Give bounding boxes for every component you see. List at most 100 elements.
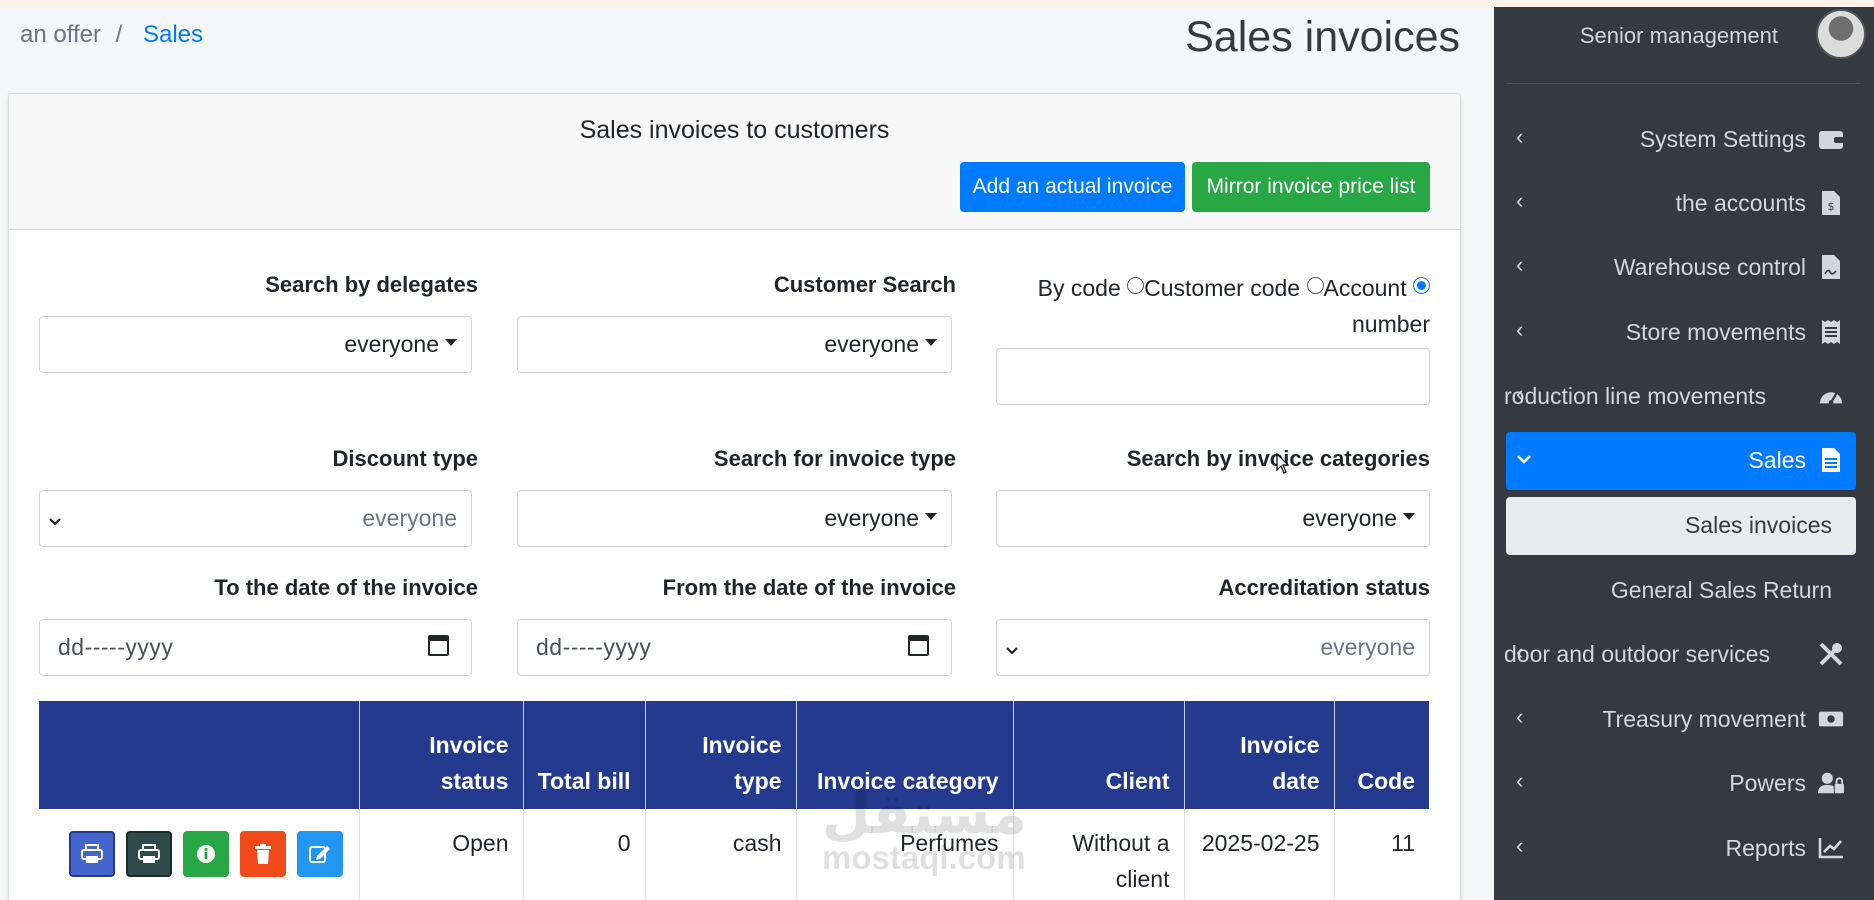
add-invoice-button[interactable]: Add an actual invoice [960, 162, 1185, 212]
status-column-header[interactable]: Invoice status [359, 701, 524, 809]
delegates-select[interactable]: everyone [39, 316, 472, 373]
top-strip [0, 0, 1874, 7]
to-date-input[interactable]: dd-----yyyy [39, 619, 472, 676]
caret-down-icon [925, 513, 937, 521]
account-number-radio[interactable] [1413, 277, 1430, 294]
code-input[interactable] [996, 348, 1430, 405]
sidebar-item-powers[interactable]: ‹ Powers [1506, 755, 1856, 813]
cell-date: 2025-02-25 [1184, 809, 1335, 900]
invoice-categories-value: everyone [1302, 505, 1397, 531]
breadcrumb: an offer / Sales [20, 21, 203, 49]
sidebar-item-warehouse-control[interactable]: ‹ Warehouse control [1506, 239, 1856, 297]
from-date-input[interactable]: dd-----yyyy [517, 619, 952, 676]
chevron-left-icon: ‹ [1516, 833, 1524, 858]
chevron-down-icon [1516, 445, 1532, 471]
sidebar-item-production-line[interactable]: ‹ roduction line movements [1504, 368, 1856, 426]
from-date-placeholder: dd-----yyyy [536, 634, 652, 660]
sidebar-item-label: System Settings [1639, 126, 1806, 152]
customer-code-radio[interactable] [1127, 277, 1145, 294]
print-button[interactable] [69, 831, 115, 877]
sidebar-item-system-settings[interactable]: ‹ System Settings [1506, 111, 1856, 169]
total-column-header[interactable]: Total bill [523, 701, 646, 809]
file-signature-icon [1818, 254, 1844, 280]
cell-type: cash [645, 809, 797, 900]
edit-button[interactable] [297, 831, 343, 877]
discount-type-select[interactable]: everyone [39, 490, 472, 547]
discount-type-value: everyone [362, 505, 457, 531]
card-title: Sales invoices to customers [579, 116, 890, 144]
info-button[interactable] [183, 831, 229, 877]
table-row: Open 0 cash Perfumes Without a client 20… [39, 809, 1429, 900]
mirror-price-list-button[interactable]: Mirror invoice price list [1192, 162, 1430, 212]
type-column-header[interactable]: Invoice type [645, 701, 797, 809]
sidebar-item-label: the accounts [1675, 190, 1806, 216]
tools-icon [1818, 641, 1844, 667]
breadcrumb-root[interactable]: an offer [20, 21, 101, 48]
customer-code-label: Customer code [1144, 275, 1301, 301]
receipt-icon [1818, 319, 1844, 345]
client-column-header[interactable]: Client [1013, 701, 1185, 809]
chevron-left-icon: ‹ [1516, 768, 1524, 793]
sidebar-item-reports[interactable]: ‹ Reports [1506, 820, 1856, 878]
chevron-left-icon: ‹ [1516, 124, 1524, 149]
file-invoice-icon [1818, 447, 1844, 473]
avatar[interactable] [1816, 9, 1866, 59]
sidebar-item-label: Powers [1729, 770, 1806, 796]
account-radio[interactable] [1306, 277, 1324, 294]
sidebar: Senior management ‹ System Settings ‹ th… [1494, 7, 1874, 900]
cell-status: Open [359, 809, 524, 900]
delegates-label: Search by delegates [265, 272, 478, 297]
sidebar-item-outdoor-services[interactable]: ‹ door and outdoor services [1504, 626, 1856, 684]
chevron-down-icon [48, 511, 62, 532]
mouse-cursor-icon [1276, 453, 1290, 474]
invoice-type-value: everyone [824, 505, 919, 531]
accreditation-select[interactable]: everyone [996, 619, 1430, 676]
code-column-header[interactable]: Code [1334, 701, 1429, 809]
watermark-latin: mostaql.com [822, 839, 1026, 876]
customer-search-label: Customer Search [773, 272, 956, 297]
customer-search-select[interactable]: everyone [517, 316, 952, 373]
edit-icon [309, 846, 330, 863]
sidebar-item-accounts[interactable]: ‹ the accounts $ [1506, 175, 1856, 233]
invoice-categories-select[interactable]: everyone [996, 490, 1430, 547]
info-icon [197, 845, 215, 863]
to-date-label: To the date of the invoice [214, 575, 478, 600]
accreditation-value: everyone [1320, 634, 1415, 660]
chevron-left-icon: ‹ [1516, 252, 1524, 277]
chevron-left-icon: ‹ [1516, 317, 1524, 342]
page-title: Sales invoices [1185, 13, 1460, 61]
sidebar-item-label: Treasury movement [1602, 706, 1806, 732]
gauge-icon [1818, 383, 1844, 409]
delegates-value: everyone [344, 331, 439, 357]
chevron-down-icon [1005, 640, 1019, 661]
sidebar-divider [1506, 83, 1860, 84]
delete-button[interactable] [240, 831, 286, 877]
sidebar-item-label: door and outdoor services [1504, 641, 1770, 667]
print-alt-button[interactable] [126, 831, 172, 877]
caret-down-icon [925, 339, 937, 347]
accreditation-label: Accreditation status [1218, 575, 1431, 600]
date-column-header[interactable]: Invoice date [1184, 701, 1335, 809]
cell-client: Without a client [1013, 809, 1185, 900]
sidebar-item-sales[interactable]: Sales [1506, 432, 1856, 490]
table-header-row: Invoice status Total bill Invoice type I… [39, 701, 1429, 809]
calendar-icon[interactable] [428, 635, 449, 656]
invoice-type-select[interactable]: everyone [517, 490, 952, 547]
watermark: مستقل mostaql.com [822, 782, 1027, 877]
number-label: number [1352, 311, 1430, 337]
watermark-arabic: مستقل [822, 782, 1027, 845]
svg-text:$: $ [1828, 200, 1835, 213]
sidebar-item-store-movements[interactable]: ‹ Store movements [1506, 304, 1856, 362]
user-name[interactable]: Senior management [1580, 23, 1778, 49]
calendar-icon[interactable] [908, 635, 929, 656]
breadcrumb-current[interactable]: Sales [143, 21, 203, 48]
chart-line-icon [1818, 835, 1844, 861]
cell-total: 0 [523, 809, 646, 900]
sidebar-item-treasury-movement[interactable]: ‹ Treasury movement [1506, 691, 1856, 749]
invoices-table: Invoice status Total bill Invoice type I… [39, 701, 1429, 900]
sidebar-item-label: roduction line movements [1504, 383, 1767, 409]
sidebar-item-label: Sales invoices [1684, 512, 1832, 538]
sidebar-subitem-general-sales-return[interactable]: General Sales Return [1506, 562, 1856, 620]
sidebar-subitem-sales-invoices[interactable]: Sales invoices [1506, 497, 1856, 555]
print-icon [138, 844, 160, 863]
